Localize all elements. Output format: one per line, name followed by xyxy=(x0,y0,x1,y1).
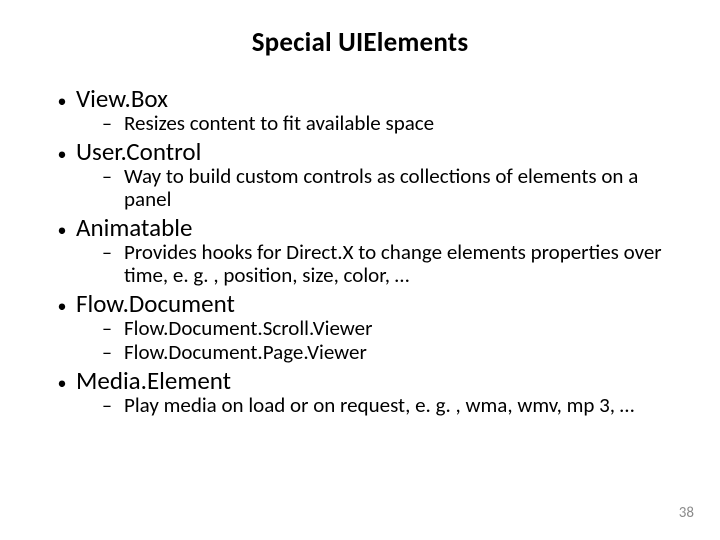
sub-list: – Provides hooks for Direct.X to change … xyxy=(48,241,672,288)
dash-icon: – xyxy=(102,396,124,416)
sub-list-item-text: Provides hooks for Direct.X to change el… xyxy=(124,241,672,288)
list-item-label: View.Box xyxy=(76,85,168,112)
dash-icon: – xyxy=(102,114,124,134)
sub-list-item-text: Play media on load or on request, e. g. … xyxy=(124,394,634,418)
list-item-label: User.Control xyxy=(76,138,201,165)
list-item: • Flow.Document – Flow.Document.Scroll.V… xyxy=(48,290,672,365)
sub-list-item: – Way to build custom controls as collec… xyxy=(102,165,672,212)
bullet-icon: • xyxy=(48,297,76,315)
page-number: 38 xyxy=(679,504,694,522)
dash-icon: – xyxy=(102,319,124,339)
sub-list-item: – Resizes content to fit available space xyxy=(102,112,672,136)
slide-title: Special UIElements xyxy=(48,26,672,59)
sub-list: – Resizes content to fit available space xyxy=(48,112,672,136)
sub-list-item: – Provides hooks for Direct.X to change … xyxy=(102,241,672,288)
sub-list-item: – Flow.Document.Page.Viewer xyxy=(102,341,672,365)
sub-list-item-text: Flow.Document.Page.Viewer xyxy=(124,341,367,365)
list-item: • User.Control – Way to build custom con… xyxy=(48,138,672,212)
list-item-label: Animatable xyxy=(76,214,192,241)
sub-list-item-text: Resizes content to fit available space xyxy=(124,112,434,136)
sub-list-item: – Flow.Document.Scroll.Viewer xyxy=(102,317,672,341)
list-item-label: Media.Element xyxy=(76,367,231,394)
dash-icon: – xyxy=(102,343,124,363)
bullet-icon: • xyxy=(48,374,76,392)
sub-list: – Way to build custom controls as collec… xyxy=(48,165,672,212)
list-item: • View.Box – Resizes content to fit avai… xyxy=(48,85,672,136)
list-item-label: Flow.Document xyxy=(76,290,235,317)
sub-list-item-text: Flow.Document.Scroll.Viewer xyxy=(124,317,372,341)
bullet-icon: • xyxy=(48,92,76,110)
bullet-icon: • xyxy=(48,145,76,163)
dash-icon: – xyxy=(102,243,124,263)
bullet-list: • View.Box – Resizes content to fit avai… xyxy=(48,85,672,417)
slide: Special UIElements • View.Box – Resizes … xyxy=(0,0,720,540)
sub-list-item-text: Way to build custom controls as collecti… xyxy=(124,165,672,212)
sub-list: – Flow.Document.Scroll.Viewer – Flow.Doc… xyxy=(48,317,672,365)
sub-list: – Play media on load or on request, e. g… xyxy=(48,394,672,418)
dash-icon: – xyxy=(102,167,124,187)
list-item: • Animatable – Provides hooks for Direct… xyxy=(48,214,672,288)
bullet-icon: • xyxy=(48,221,76,239)
sub-list-item: – Play media on load or on request, e. g… xyxy=(102,394,672,418)
list-item: • Media.Element – Play media on load or … xyxy=(48,367,672,418)
